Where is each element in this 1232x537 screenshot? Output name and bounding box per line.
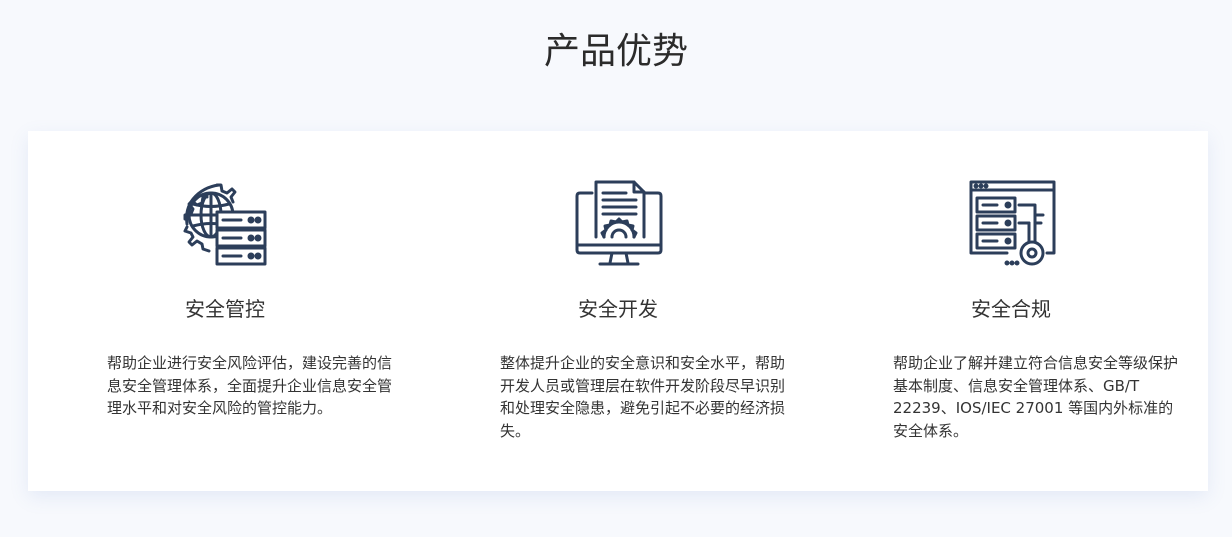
feature-security-control: 安全管控 帮助企业进行安全风险评估，建设完善的信息安全管理体系，全面提升企业信息…: [28, 131, 421, 491]
server-key-icon: [967, 179, 1057, 269]
feature-description: 整体提升企业的安全意识和安全水平，帮助开发人员或管理层在软件开发阶段尽早识别和处…: [500, 354, 786, 440]
feature-secure-development: 安全开发 整体提升企业的安全意识和安全水平，帮助开发人员或管理层在软件开发阶段尽…: [421, 131, 814, 491]
globe-gear-server-icon: [181, 179, 271, 269]
feature-title: 安全合规: [971, 297, 1051, 321]
monitor-document-gear-icon: [574, 179, 664, 269]
feature-title: 安全管控: [185, 297, 265, 321]
section-title: 产品优势: [543, 31, 688, 72]
feature-compliance: 安全合规 帮助企业了解并建立符合信息安全等级保护基本制度、信息安全管理体系、GB…: [814, 131, 1207, 491]
feature-description: 帮助企业进行安全风险评估，建设完善的信息安全管理体系，全面提升企业信息安全管理水…: [107, 354, 393, 417]
feature-description: 帮助企业了解并建立符合信息安全等级保护基本制度、信息安全管理体系、GB/T 22…: [893, 354, 1179, 440]
feature-title: 安全开发: [578, 297, 658, 321]
advantages-card: 安全管控 帮助企业进行安全风险评估，建设完善的信息安全管理体系，全面提升企业信息…: [28, 131, 1208, 491]
